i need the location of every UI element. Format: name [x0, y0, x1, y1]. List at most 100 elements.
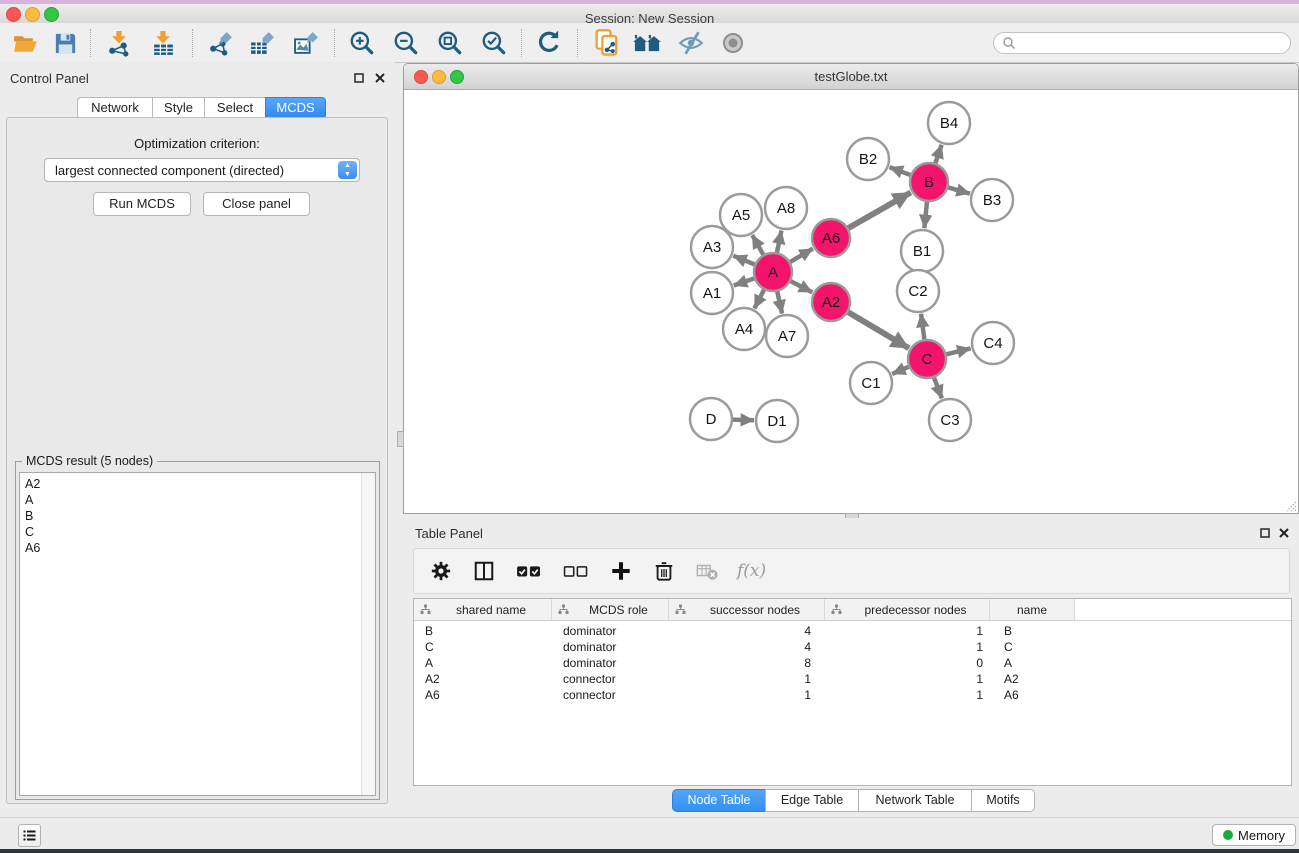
table-row[interactable]: A2 connector 1 1 A2 — [414, 671, 1291, 687]
graph-edge-C-C4[interactable] — [945, 348, 970, 354]
gear-icon[interactable] — [428, 558, 454, 584]
graph-edge-A-A8[interactable] — [777, 231, 782, 254]
deselect-all-icon[interactable] — [561, 558, 591, 584]
float-panel-icon[interactable] — [1258, 526, 1271, 539]
graph-edge-C-C3[interactable] — [934, 377, 942, 399]
column-header[interactable]: successor nodes — [669, 599, 825, 620]
graph-edge-A2-C[interactable] — [847, 312, 909, 349]
list-item[interactable]: B — [20, 508, 375, 524]
column-header[interactable]: predecessor nodes — [825, 599, 990, 620]
task-history-button[interactable] — [18, 824, 41, 847]
graph-edge-B-B2[interactable] — [890, 167, 912, 175]
zoom-selected-icon[interactable] — [477, 27, 511, 59]
graph-edge-A-A7[interactable] — [777, 291, 782, 314]
zoom-in-icon[interactable] — [345, 27, 379, 59]
trash-icon[interactable] — [651, 558, 677, 584]
tab-node-table[interactable]: Node Table — [672, 789, 766, 812]
criterion-dropdown[interactable]: largest connected component (directed) ▲… — [44, 158, 360, 182]
search-input[interactable] — [1016, 35, 1290, 51]
search-box[interactable] — [993, 32, 1291, 54]
network-canvas[interactable]: AA1A2A3A4A5A6A7A8BB1B2B3B4CC1C2C3C4DD1 — [404, 90, 1298, 513]
run-mcds-button[interactable]: Run MCDS — [93, 192, 191, 216]
scrollbar[interactable] — [361, 473, 375, 795]
graph-node-label: A5 — [732, 207, 750, 224]
tab-select[interactable]: Select — [204, 97, 266, 119]
tab-network-table[interactable]: Network Table — [858, 789, 972, 812]
column-header[interactable]: MCDS role — [552, 599, 669, 620]
search-icon — [1002, 36, 1016, 50]
birds-eye-view-icon[interactable] — [716, 27, 750, 59]
graph-edge-A-A2[interactable] — [790, 281, 812, 293]
mcds-result-list[interactable]: A2 A B C A6 — [19, 472, 376, 796]
function-builder-icon[interactable]: f(x) — [737, 561, 766, 581]
import-network-icon[interactable] — [102, 27, 136, 59]
add-icon[interactable] — [608, 558, 634, 584]
export-image-icon[interactable] — [289, 27, 323, 59]
control-panel-tabs: Network Style Select MCDS — [77, 97, 326, 119]
list-item[interactable]: A6 — [20, 540, 375, 556]
toolbar-separator — [334, 29, 335, 57]
graph-node-label: A1 — [703, 285, 721, 302]
tab-style[interactable]: Style — [152, 97, 205, 119]
hide-labels-icon[interactable] — [674, 27, 708, 59]
close-panel-button[interactable]: Close panel — [203, 192, 310, 216]
graph-edge-B-B1[interactable] — [924, 201, 927, 228]
zoom-fit-icon[interactable] — [433, 27, 467, 59]
divider-handle[interactable] — [397, 431, 404, 447]
graph-edge-A6-B[interactable] — [847, 192, 910, 228]
list-item[interactable]: A — [20, 492, 375, 508]
network-window-titlebar[interactable]: testGlobe.txt — [404, 64, 1298, 90]
status-bar: Memory — [0, 817, 1299, 850]
refresh-icon[interactable] — [532, 27, 566, 59]
open-file-icon[interactable] — [8, 27, 42, 59]
graph-edge-A-A4[interactable] — [754, 289, 764, 309]
graph-edge-A-A1[interactable] — [734, 278, 755, 285]
control-panel: Control Panel Network Style Select MCDS … — [0, 62, 395, 817]
column-header[interactable]: name — [990, 599, 1075, 620]
optimization-criterion-label: Optimization criterion: — [7, 136, 387, 151]
tab-network[interactable]: Network — [77, 97, 153, 119]
graph-edge-C-C2[interactable] — [921, 314, 924, 340]
node-table: shared name MCDS role successor nodes pr… — [413, 598, 1292, 786]
column-sort-icon — [558, 604, 569, 615]
graph-node-label: B2 — [859, 151, 877, 168]
clone-network-icon[interactable] — [590, 27, 624, 59]
graph-edge-B-B4[interactable] — [935, 145, 942, 164]
graph-node-label: A — [768, 264, 778, 281]
show-column-icon[interactable] — [471, 558, 497, 584]
graph-edge-B-B3[interactable] — [947, 187, 970, 193]
save-session-icon[interactable] — [48, 27, 82, 59]
import-table-icon[interactable] — [146, 27, 180, 59]
home-view-icon[interactable] — [630, 27, 664, 59]
table-row[interactable]: A dominator 8 0 A — [414, 655, 1291, 671]
graph-edge-A-A3[interactable] — [733, 256, 755, 265]
close-panel-icon[interactable] — [1277, 526, 1290, 539]
float-panel-icon[interactable] — [352, 71, 365, 84]
table-row[interactable]: B dominator 4 1 B — [414, 623, 1291, 639]
list-item[interactable]: A2 — [20, 476, 375, 492]
zoom-out-icon[interactable] — [389, 27, 423, 59]
export-table-icon[interactable] — [245, 27, 279, 59]
column-sort-icon — [675, 604, 686, 615]
select-all-icon[interactable] — [514, 558, 544, 584]
table-row[interactable]: C dominator 4 1 C — [414, 639, 1291, 655]
close-panel-icon[interactable] — [373, 71, 386, 84]
delete-table-icon[interactable] — [694, 558, 720, 584]
resize-grip-icon[interactable] — [1283, 498, 1297, 512]
graph-edge-C-C1[interactable] — [892, 366, 909, 373]
table-row[interactable]: A6 connector 1 1 A6 — [414, 687, 1291, 703]
tab-mcds[interactable]: MCDS — [265, 97, 326, 119]
tab-edge-table[interactable]: Edge Table — [765, 789, 859, 812]
toolbar-separator — [521, 29, 522, 57]
export-network-icon[interactable] — [203, 27, 237, 59]
column-header[interactable]: shared name — [414, 599, 552, 620]
graph-edge-A-A6[interactable] — [789, 249, 812, 263]
memory-button[interactable]: Memory — [1212, 824, 1296, 846]
criterion-value: largest connected component (directed) — [45, 163, 338, 178]
list-item[interactable]: C — [20, 524, 375, 540]
graph-edge-D-D1[interactable] — [732, 420, 754, 421]
graph-edge-A-A5[interactable] — [752, 235, 763, 255]
tab-motifs[interactable]: Motifs — [971, 789, 1035, 812]
mcds-result-title: MCDS result (5 nodes) — [22, 454, 157, 468]
network-graph[interactable]: AA1A2A3A4A5A6A7A8BB1B2B3B4CC1C2C3C4DD1 — [404, 90, 1298, 513]
